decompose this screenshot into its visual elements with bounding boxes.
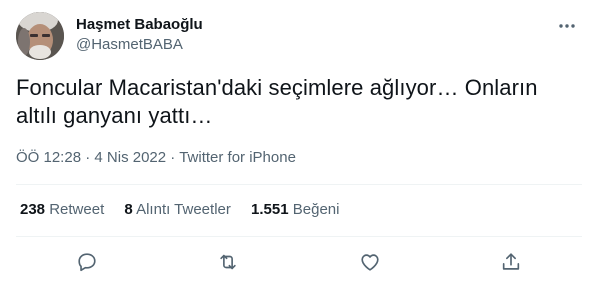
tweet-date[interactable]: 4 Nis 2022 [94,149,166,166]
tweet-text: Foncular Macaristan'daki seçimlere ağlıy… [16,74,582,130]
divider [16,236,582,237]
retweets-label: Retweet [49,201,105,218]
retweets-stat[interactable]: 238 Retweet [20,200,104,220]
likes-stat[interactable]: 1.551 Beğeni [251,200,339,220]
divider [16,184,582,185]
user-handle[interactable]: @HasmetBABA [76,35,203,55]
quotes-label: Alıntı Tweetler [136,201,231,218]
meta-separator: · [170,149,176,166]
reply-button[interactable] [69,244,105,280]
quotes-stat[interactable]: 8 Alıntı Tweetler [124,200,230,220]
tweet-text-line: altılı ganyanı yattı… [16,103,213,128]
tweet-header: Haşmet Babaoğlu @HasmetBABA [16,12,582,60]
quotes-count: 8 [124,201,133,218]
tweet-actions [16,244,582,280]
reply-icon [78,253,96,272]
retweet-button[interactable] [210,244,246,280]
likes-label: Beğeni [292,201,340,218]
like-button[interactable] [352,244,388,280]
display-name[interactable]: Haşmet Babaoğlu [76,15,203,35]
user-names: Haşmet Babaoğlu @HasmetBABA [76,15,203,55]
share-icon [503,253,520,270]
more-button[interactable] [552,14,582,38]
avatar[interactable] [16,12,64,60]
tweet-source[interactable]: Twitter for iPhone [179,149,296,166]
share-button[interactable] [493,244,529,280]
retweets-count: 238 [20,201,46,218]
tweet-meta: ÖÖ 12:28 · 4 Nis 2022 · Twitter for iPho… [16,148,296,168]
meta-separator: · [85,149,91,166]
tweet-stats: 238 Retweet 8 Alıntı Tweetler 1.551 Beğe… [20,200,355,220]
heart-icon [361,254,379,271]
retweet-icon [220,254,236,270]
more-horizontal-icon [559,24,575,28]
tweet-time[interactable]: ÖÖ 12:28 [16,149,81,166]
likes-count: 1.551 [251,201,289,218]
tweet-text-line: Foncular Macaristan'daki seçimlere ağlıy… [16,75,538,100]
